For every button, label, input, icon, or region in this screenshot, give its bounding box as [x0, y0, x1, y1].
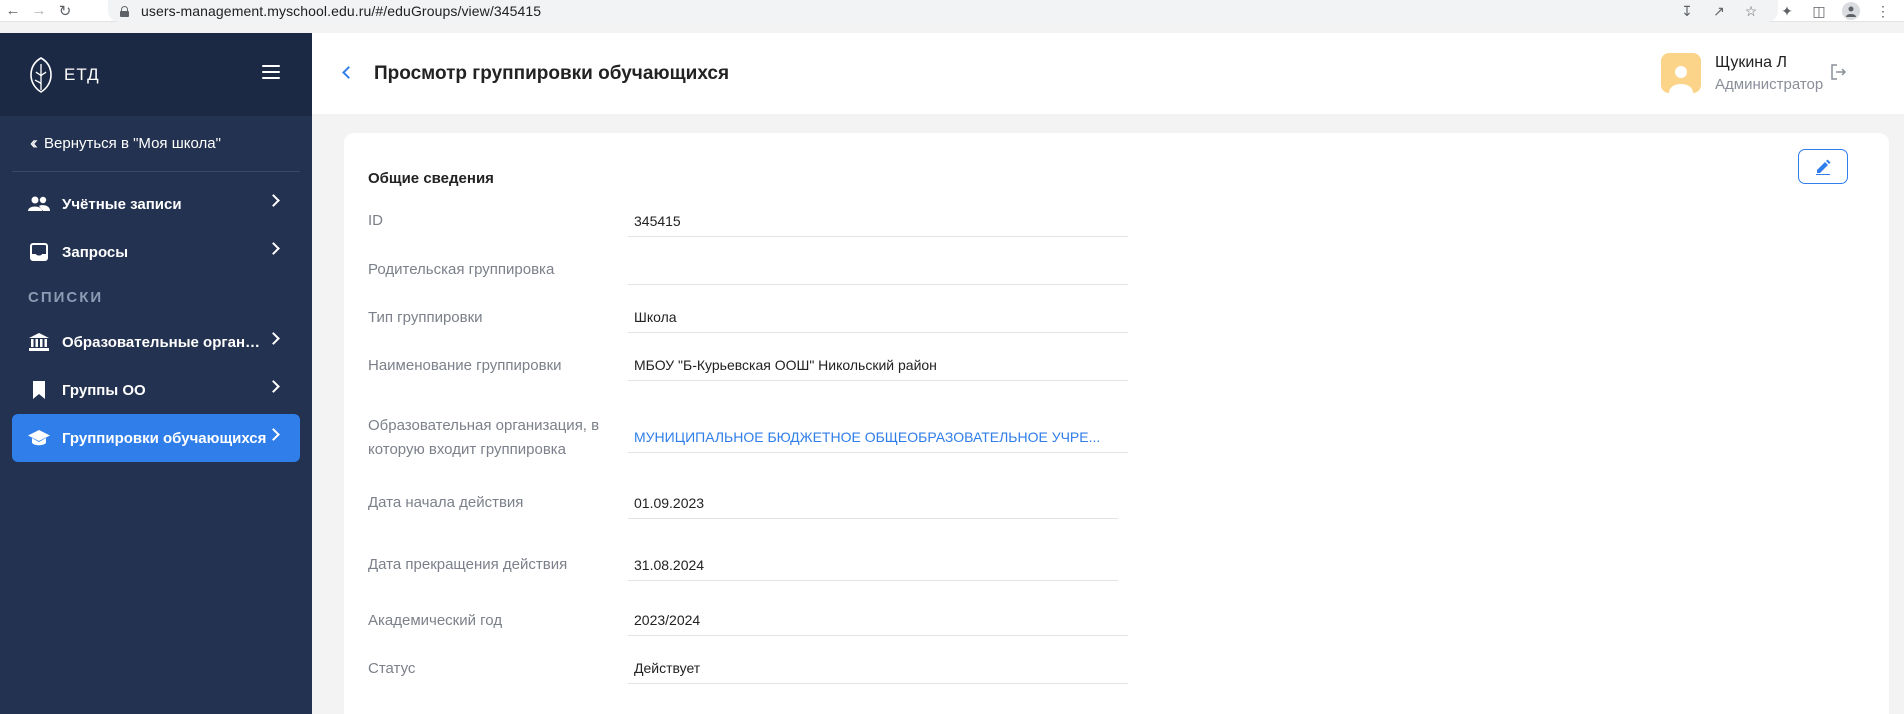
page-title: Просмотр группировки обучающихся: [374, 63, 730, 84]
field-label-academic-year: Академический год: [368, 612, 503, 629]
chevron-right-icon: [267, 194, 280, 207]
general-info-card: Общие сведения ID 345415 Родительская гр…: [344, 133, 1889, 714]
field-value-group-name: МБОУ "Б-Курьевская ООШ" Никольский район: [628, 353, 1128, 381]
double-chevron-left-icon: ‹‹: [30, 133, 38, 153]
sidebar-item-requests[interactable]: Запросы: [12, 228, 300, 276]
field-value-parent-group: [628, 258, 1128, 285]
url-text[interactable]: users-management.myschool.edu.ru/#/eduGr…: [141, 3, 541, 19]
chevron-right-icon: [267, 428, 280, 441]
page-header: Просмотр группировки обучающихся Щукина …: [312, 33, 1904, 114]
field-label-start-date: Дата начала действия: [368, 494, 524, 511]
chevron-right-icon: [267, 332, 280, 345]
field-value-end-date: 31.08.2024: [628, 553, 1118, 581]
sidebar-item-label: Запросы: [62, 243, 129, 261]
sidebar-item-oo-groups[interactable]: Группы ОО: [12, 366, 300, 414]
field-value-group-type: Школа: [628, 305, 1128, 333]
field-label-end-date: Дата прекращения действия: [368, 556, 568, 573]
logo-icon: [30, 56, 52, 93]
pencil-icon: [1816, 159, 1831, 175]
section-title: Общие сведения: [368, 170, 494, 187]
field-value-id: 345415: [628, 209, 1128, 237]
graduation-cap-icon: [28, 427, 50, 449]
chevron-right-icon: [267, 242, 280, 255]
users-icon: [28, 193, 50, 215]
logo-text: ЕТД: [64, 64, 100, 84]
sidebar: ЕТД ‹‹ Вернуться в "Моя школа" Учётные з…: [0, 33, 312, 714]
field-value-status: Действует: [628, 656, 1128, 684]
reload-icon[interactable]: ↻: [52, 0, 78, 22]
field-label-status: Статус: [368, 660, 416, 677]
field-label-organization: Образовательная организация, в которую в…: [368, 417, 600, 458]
hamburger-menu-icon[interactable]: [262, 65, 280, 79]
back-chevron-icon[interactable]: [342, 66, 355, 79]
sidebar-item-label: Учётные записи: [62, 195, 182, 213]
institution-icon: [28, 331, 50, 353]
sidebar-item-accounts[interactable]: Учётные записи: [12, 180, 300, 228]
user-name: Щукина Л: [1715, 54, 1787, 71]
logout-icon[interactable]: [1830, 63, 1850, 83]
sidebar-item-label: Группы ОО: [62, 381, 146, 399]
sidebar-item-student-groups[interactable]: Группировки обучающихся: [12, 414, 300, 462]
install-icon[interactable]: ↧: [1678, 2, 1696, 20]
field-label-parent-group: Родительская группировка: [368, 261, 555, 278]
field-value-start-date: 01.09.2023: [628, 491, 1118, 519]
chevron-right-icon: [267, 380, 280, 393]
field-label-group-name: Наименование группировки: [368, 357, 562, 374]
share-icon[interactable]: ↗: [1710, 2, 1728, 20]
back-arrow-icon[interactable]: ←: [0, 0, 26, 22]
puzzle-icon[interactable]: ✦: [1778, 2, 1796, 20]
back-to-school-link[interactable]: ‹‹ Вернуться в "Моя школа": [12, 116, 300, 172]
sidebar-item-organizations[interactable]: Образовательные организа...: [12, 318, 300, 366]
edit-button[interactable]: [1798, 149, 1848, 184]
user-role: Администратор: [1715, 76, 1824, 93]
inbox-icon: [28, 241, 50, 263]
field-label-id: ID: [368, 212, 383, 229]
forward-arrow-icon[interactable]: →: [26, 0, 52, 22]
sidebar-header: ЕТД: [0, 33, 312, 116]
profile-icon[interactable]: [1842, 2, 1860, 20]
sidebar-item-label: Группировки обучающихся: [62, 429, 267, 447]
field-label-group-type: Тип группировки: [368, 309, 483, 326]
lock-icon: [120, 5, 129, 17]
browser-toolbar: ← → ↻ users-management.myschool.edu.ru/#…: [0, 0, 1904, 22]
address-bar[interactable]: users-management.myschool.edu.ru/#/eduGr…: [108, 0, 1778, 22]
kebab-menu-icon[interactable]: ⋮: [1874, 2, 1892, 20]
field-value-organization-link[interactable]: МУНИЦИПАЛЬНОЕ БЮДЖЕТНОЕ ОБЩЕОБРАЗОВАТЕЛЬ…: [628, 425, 1128, 453]
star-icon[interactable]: ☆: [1742, 2, 1760, 20]
bookmark-icon: [28, 379, 50, 401]
section-label-lists: СПИСКИ: [28, 288, 104, 306]
side-panel-icon[interactable]: ◫: [1810, 2, 1828, 20]
field-value-academic-year: 2023/2024: [628, 608, 1128, 636]
sidebar-item-label: Образовательные организа...: [62, 333, 262, 351]
avatar[interactable]: [1661, 53, 1701, 93]
back-link-label: Вернуться в "Моя школа": [44, 135, 221, 152]
